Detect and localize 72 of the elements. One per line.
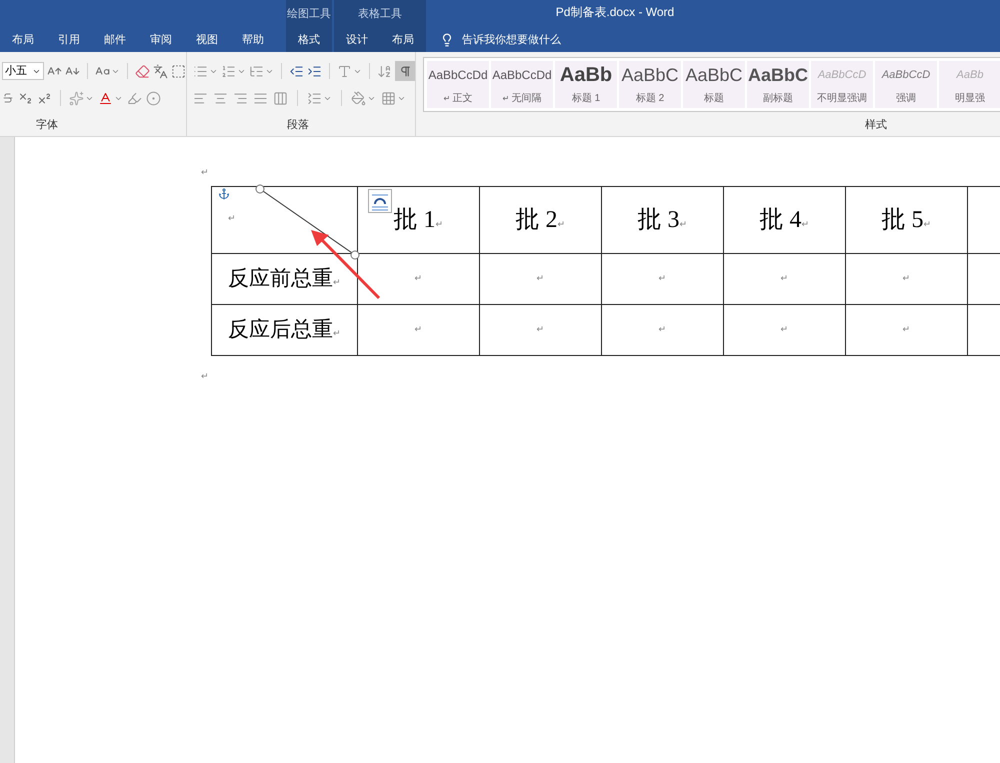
sort-icon[interactable] bbox=[377, 64, 392, 78]
text-effects-icon[interactable] bbox=[69, 90, 84, 106]
tell-me-placeholder: 告诉我你想要做什么 bbox=[462, 32, 561, 48]
style-item[interactable]: AaBbCcDd ↵ 正文 bbox=[427, 61, 489, 108]
table-cell: 批 3↵ bbox=[602, 186, 724, 254]
eraser-icon[interactable] bbox=[135, 64, 150, 78]
paint-bucket-icon[interactable] bbox=[351, 90, 366, 106]
strikethrough-icon[interactable] bbox=[2, 92, 14, 104]
style-item[interactable]: AaBbC 标题 bbox=[683, 61, 745, 108]
subscript-icon[interactable] bbox=[18, 90, 33, 106]
group-label: 段落 bbox=[287, 118, 310, 132]
ribbon-tab[interactable]: 格式 bbox=[286, 28, 332, 52]
increase-indent-icon[interactable] bbox=[307, 64, 322, 78]
align-left-icon[interactable] bbox=[193, 90, 208, 106]
paragraph-mark: ↵ bbox=[201, 370, 210, 383]
align-right-icon[interactable] bbox=[233, 90, 248, 106]
style-item[interactable]: AaBbC 标题 2 bbox=[619, 61, 681, 108]
table-cell: 反应后总重↵ bbox=[212, 304, 358, 356]
ribbon-tab[interactable]: 设计 bbox=[334, 28, 380, 52]
character-shading-icon[interactable] bbox=[127, 90, 142, 106]
table-cell: ↵ bbox=[602, 254, 724, 304]
ribbon-tab[interactable]: 邮件 bbox=[92, 28, 138, 52]
numbering-icon[interactable] bbox=[221, 64, 236, 78]
table-cell: 批 4↵ bbox=[724, 186, 846, 254]
font-size-dropdown[interactable]: 小五 bbox=[2, 62, 44, 80]
layout-options-icon[interactable] bbox=[368, 189, 392, 213]
paragraph-mark: ↵ bbox=[228, 213, 236, 223]
table-cell: ↵ bbox=[724, 304, 846, 356]
line-spacing-icon[interactable] bbox=[307, 90, 322, 106]
phonetic-guide-icon[interactable] bbox=[153, 64, 168, 78]
window-title: Pd制备表.docx - Word bbox=[556, 4, 674, 21]
lightbulb-icon bbox=[440, 33, 454, 47]
pilcrow-icon bbox=[398, 64, 412, 78]
table-cell: ↵ bbox=[602, 304, 724, 356]
multilevel-list-icon[interactable] bbox=[249, 64, 264, 78]
table-cell: ↵ bbox=[846, 254, 968, 304]
table-cell: ↵ bbox=[358, 304, 480, 356]
ribbon-tab[interactable]: 布局 bbox=[380, 28, 426, 52]
table-cell: ↵ bbox=[724, 254, 846, 304]
group-label: 表格工具 bbox=[357, 6, 403, 22]
style-item[interactable]: AaBb 标题 1 bbox=[555, 61, 617, 108]
table-cell: ↵ bbox=[480, 304, 602, 356]
superscript-icon[interactable] bbox=[37, 90, 52, 106]
tell-me-field[interactable]: 告诉我你想要做什么 bbox=[436, 28, 565, 52]
style-item[interactable]: AaBb 明显强 bbox=[939, 61, 1000, 108]
diagonal-line-shape[interactable] bbox=[255, 184, 360, 261]
justify-icon[interactable] bbox=[253, 90, 268, 106]
style-item[interactable]: AaBbC 副标题 bbox=[747, 61, 809, 108]
style-item[interactable]: AaBbCcDd ↵ 无间隔 bbox=[491, 61, 553, 108]
table-cell: ↵ bbox=[846, 304, 968, 356]
group-label: 字体 bbox=[36, 118, 59, 132]
show-marks-button[interactable] bbox=[395, 61, 415, 81]
group-label: 样式 bbox=[865, 118, 888, 132]
align-center-icon[interactable] bbox=[213, 90, 228, 106]
table-cell: 批 5↵ bbox=[846, 186, 968, 254]
ribbon-tab[interactable]: 视图 bbox=[184, 28, 230, 52]
ribbon-tab[interactable]: 布局 bbox=[0, 28, 46, 52]
character-border-icon[interactable] bbox=[171, 64, 186, 78]
table-cell: ↵ bbox=[358, 254, 480, 304]
style-item[interactable]: AaBbCcD 不明显强调 bbox=[811, 61, 873, 108]
borders-icon[interactable] bbox=[381, 90, 396, 106]
group-label: 绘图工具 bbox=[286, 6, 332, 22]
ribbon-tab[interactable]: 帮助 bbox=[230, 28, 276, 52]
style-item[interactable]: AaBbCcD 强调 bbox=[875, 61, 937, 108]
table-cell: ↵ bbox=[480, 254, 602, 304]
table-cell: 批 2↵ bbox=[480, 186, 602, 254]
decrease-indent-icon[interactable] bbox=[289, 64, 304, 78]
font-color-icon[interactable] bbox=[98, 90, 113, 106]
ribbon-tab[interactable]: 审阅 bbox=[138, 28, 184, 52]
ribbon-tab[interactable]: 引用 bbox=[46, 28, 92, 52]
paragraph-mark: ↵ bbox=[201, 166, 210, 179]
anchor-icon bbox=[218, 188, 230, 200]
